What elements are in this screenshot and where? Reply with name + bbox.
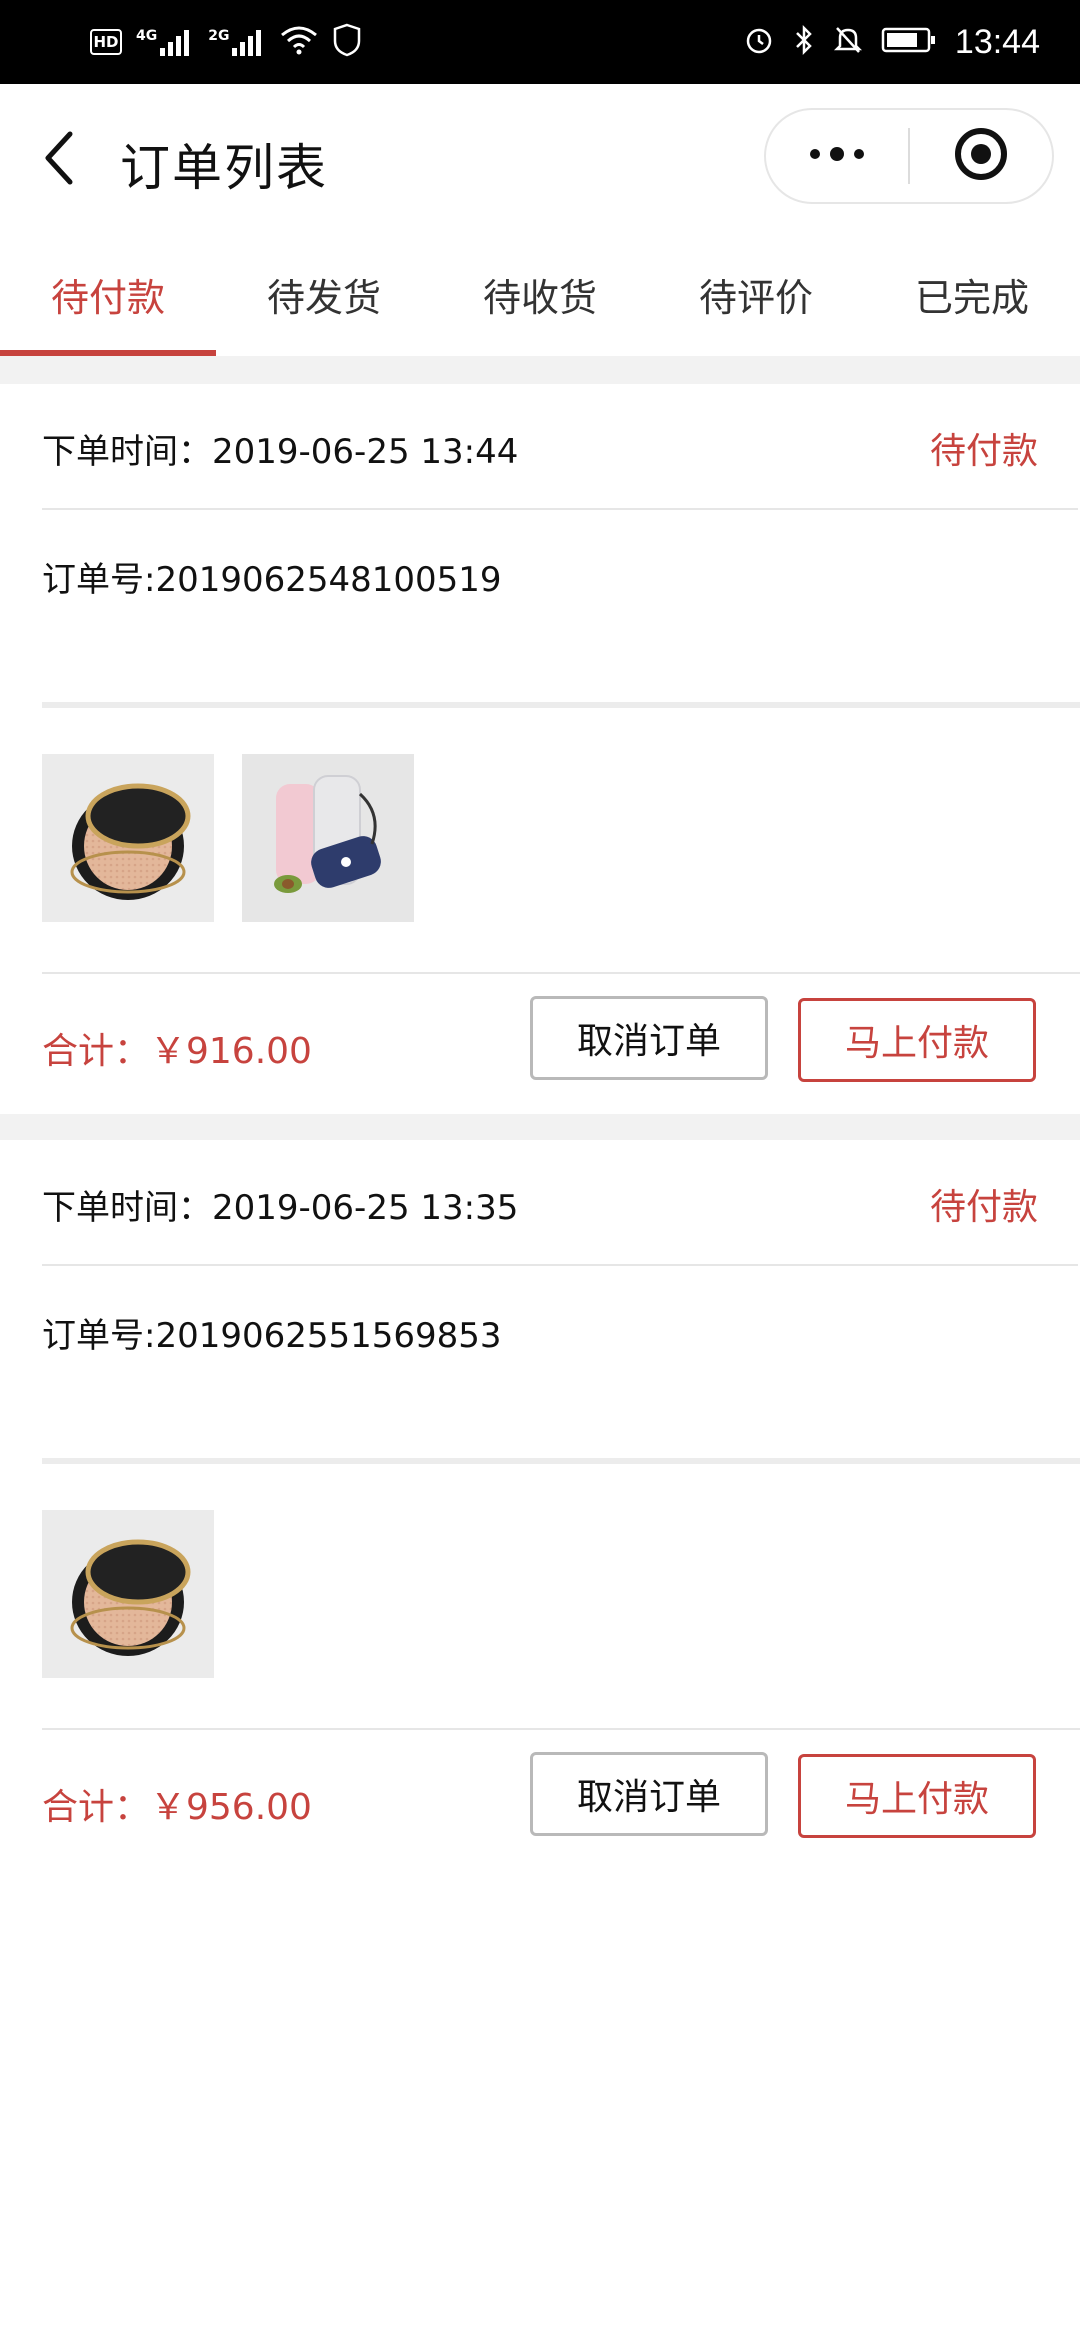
signal-icon: 4G	[136, 28, 194, 56]
tab-completed[interactable]: 已完成	[864, 232, 1080, 356]
order-number: 订单号:2019062548100519	[42, 560, 502, 600]
order-status: 待付款	[929, 1187, 1038, 1228]
section-gap	[0, 356, 1080, 384]
chevron-left-icon	[40, 128, 80, 192]
battery-icon	[881, 26, 937, 58]
pay-now-button[interactable]: 马上付款	[798, 998, 1036, 1082]
more-button[interactable]	[766, 110, 908, 202]
signal-2-label: 2G	[208, 28, 230, 44]
network-badge: HD	[93, 33, 119, 51]
order-number: 订单号:2019062551569853	[42, 1316, 502, 1356]
divider	[42, 972, 1080, 974]
product-image-cushion-compact[interactable]	[42, 1510, 214, 1678]
order-time-row: 下单时间：2019-06-25 13:35 待付款	[42, 1140, 1078, 1266]
section-gap	[0, 1114, 1080, 1142]
divider	[42, 1458, 1080, 1464]
order-card[interactable]: 下单时间：2019-06-25 13:35 待付款 订单号:2019062551…	[0, 1140, 1080, 1870]
status-bar-left: HD 4G 2G	[90, 20, 362, 64]
order-card[interactable]: 下单时间：2019-06-25 13:44 待付款 订单号:2019062548…	[0, 384, 1080, 1114]
order-time: 下单时间：2019-06-25 13:35	[42, 1188, 519, 1228]
status-bar-right: 13:44	[743, 20, 1040, 64]
more-dots-icon	[807, 144, 867, 168]
divider	[42, 702, 1080, 708]
cancel-order-button[interactable]: 取消订单	[530, 1752, 768, 1836]
wifi-icon	[280, 25, 318, 59]
product-image-cushion-compact[interactable]	[42, 754, 214, 922]
order-status-tabs: 待付款 待发货 待收货 待评价 已完成	[0, 232, 1080, 356]
bluetooth-icon	[793, 24, 815, 60]
tab-pending-review[interactable]: 待评价	[648, 232, 864, 356]
page-header: 订单列表	[0, 84, 1080, 232]
divider	[42, 1728, 1080, 1730]
order-total: 合计：￥956.00	[42, 1787, 312, 1828]
mute-icon	[833, 24, 863, 60]
page-title: 订单列表	[120, 139, 328, 197]
close-mini-program-button[interactable]	[910, 110, 1052, 202]
order-time-row: 下单时间：2019-06-25 13:44 待付款	[42, 384, 1078, 510]
status-time: 13:44	[954, 22, 1040, 61]
status-bar: HD 4G 2G 13:44	[0, 0, 1080, 84]
product-thumbnails	[42, 754, 414, 924]
tab-pending-receipt[interactable]: 待收货	[432, 232, 648, 356]
pay-now-button[interactable]: 马上付款	[798, 1754, 1036, 1838]
signal-1-label: 4G	[136, 28, 158, 44]
product-image-portable-blender[interactable]	[242, 754, 414, 922]
order-time: 下单时间：2019-06-25 13:44	[42, 432, 519, 472]
tab-pending-payment[interactable]: 待付款	[0, 232, 216, 356]
target-icon	[953, 126, 1009, 186]
product-thumbnails	[42, 1510, 214, 1680]
cancel-order-button[interactable]: 取消订单	[530, 996, 768, 1080]
alarm-icon	[743, 24, 775, 60]
back-button[interactable]	[30, 120, 90, 200]
tab-pending-shipment[interactable]: 待发货	[216, 232, 432, 356]
hd-icon: HD	[90, 29, 122, 55]
signal-2-icon: 2G	[208, 28, 266, 56]
order-status: 待付款	[929, 431, 1038, 472]
shield-icon	[332, 23, 362, 61]
mini-program-capsule	[764, 108, 1054, 204]
order-total: 合计：￥916.00	[42, 1031, 312, 1072]
